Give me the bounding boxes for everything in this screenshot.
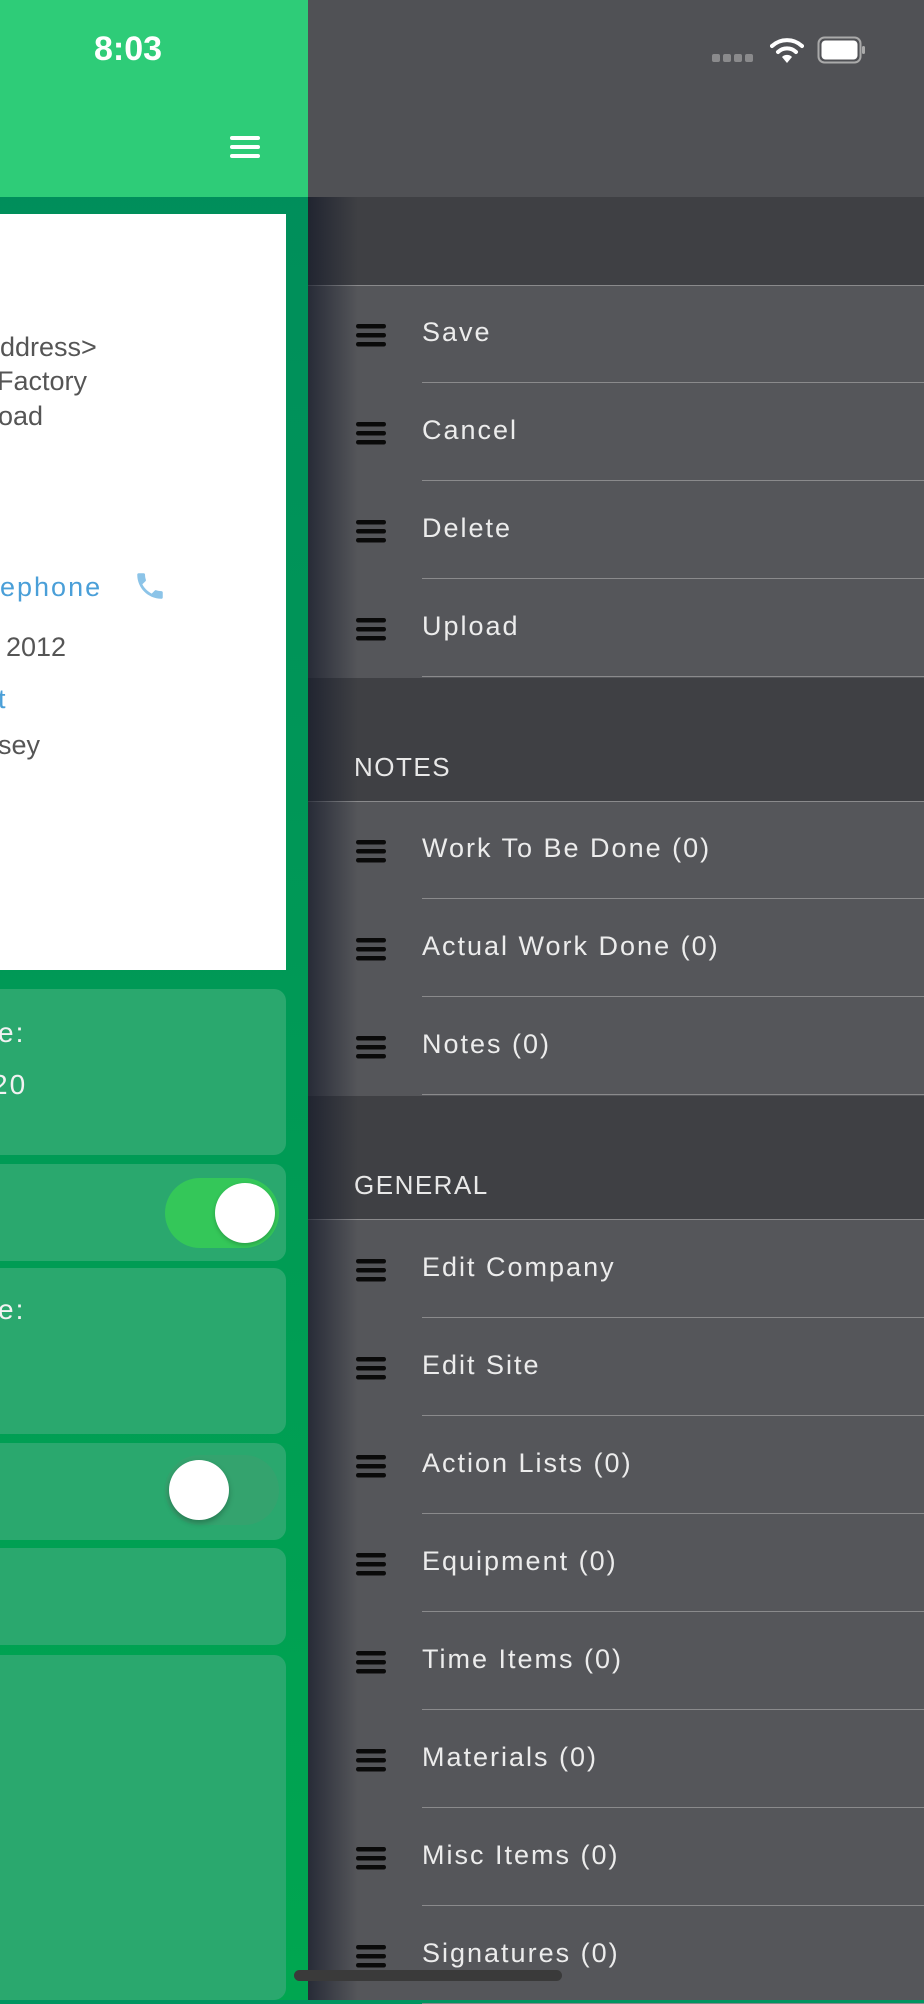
- menu-item-icon: [356, 1651, 386, 1674]
- address-line2: oad: [0, 401, 44, 431]
- drawer-section-header-general: GENERAL: [308, 1096, 924, 1220]
- drawer-section-header-actions: [308, 197, 924, 286]
- menu-item-materials[interactable]: Materials (0): [308, 1710, 924, 1808]
- menu-item-time-items[interactable]: Time Items (0): [308, 1612, 924, 1710]
- menu-item-label: Upload: [422, 611, 520, 641]
- app-header: 8:03: [0, 0, 308, 197]
- address-line1: Factory: [0, 366, 88, 396]
- menu-item-label: Notes (0): [422, 1029, 552, 1059]
- menu-item-icon: [356, 1357, 386, 1380]
- menu-item-save[interactable]: Save: [308, 285, 924, 383]
- menu-item-equipment[interactable]: Equipment (0): [308, 1514, 924, 1612]
- menu-item-label: Delete: [422, 513, 513, 543]
- menu-item-icon: [356, 520, 386, 543]
- field-block-1[interactable]: e: 20: [0, 989, 286, 1155]
- field-label: e:: [0, 1017, 26, 1048]
- hamburger-icon[interactable]: [228, 134, 262, 160]
- field-block-3[interactable]: e:: [0, 1268, 286, 1434]
- menu-item-icon: [356, 938, 386, 961]
- menu-item-label: Equipment (0): [422, 1546, 618, 1576]
- side-menu-drawer: Save Cancel Delete Upload NOTES Work To Be …: [308, 0, 924, 2004]
- menu-item-label: Materials (0): [422, 1742, 599, 1772]
- date-text: 2012: [6, 632, 67, 662]
- menu-item-icon: [356, 1553, 386, 1576]
- toggle-switch-on[interactable]: [165, 1178, 279, 1248]
- divider: [422, 1094, 924, 1095]
- county-text: sey: [0, 730, 41, 760]
- menu-item-work-to-be-done[interactable]: Work To Be Done (0): [308, 801, 924, 899]
- menu-item-signatures[interactable]: Signatures (0): [308, 1906, 924, 2004]
- menu-item-label: Save: [422, 317, 492, 347]
- toggle-switch-off[interactable]: [165, 1455, 279, 1525]
- menu-item-delete[interactable]: Delete: [308, 481, 924, 579]
- menu-item-icon: [356, 618, 386, 641]
- menu-item-icon: [356, 1259, 386, 1282]
- menu-item-edit-site[interactable]: Edit Site: [308, 1318, 924, 1416]
- menu-item-label: Signatures (0): [422, 1938, 620, 1968]
- battery-icon: [817, 36, 865, 64]
- toggle-row-1: [0, 1164, 286, 1261]
- menu-item-icon: [356, 1455, 386, 1478]
- field-block-5[interactable]: [0, 1548, 286, 1645]
- telephone-link[interactable]: ephone: [0, 572, 102, 603]
- field-value: 20: [0, 1069, 28, 1100]
- menu-item-label: Time Items (0): [422, 1644, 624, 1674]
- signal-icon: [712, 54, 753, 62]
- section-title: NOTES: [354, 752, 452, 782]
- menu-item-cancel[interactable]: Cancel: [308, 383, 924, 481]
- wifi-icon: [770, 38, 804, 63]
- section-title: GENERAL: [354, 1170, 489, 1200]
- field-block-6[interactable]: [0, 1655, 286, 2000]
- menu-item-actual-work-done[interactable]: Actual Work Done (0): [308, 899, 924, 997]
- address-label: ddress>: [0, 332, 97, 362]
- menu-item-icon: [356, 422, 386, 445]
- menu-item-edit-company[interactable]: Edit Company: [308, 1220, 924, 1318]
- toggle-row-2: [0, 1443, 286, 1540]
- toggle-thumb: [169, 1460, 229, 1520]
- site-details-card: ddress> Factory oad ephone 2012 t sey: [0, 214, 286, 970]
- menu-item-label: Work To Be Done (0): [422, 833, 712, 863]
- menu-item-misc-items[interactable]: Misc Items (0): [308, 1808, 924, 1906]
- field-label: e:: [0, 1294, 26, 1325]
- menu-item-icon: [356, 1847, 386, 1870]
- menu-item-label: Action Lists (0): [422, 1448, 633, 1478]
- menu-item-icon: [356, 1036, 386, 1059]
- drawer-section-header-notes: NOTES: [308, 678, 924, 802]
- toggle-thumb: [215, 1183, 275, 1243]
- menu-item-label: Edit Company: [422, 1252, 616, 1282]
- menu-item-label: Misc Items (0): [422, 1840, 620, 1870]
- menu-item-upload[interactable]: Upload: [308, 579, 924, 677]
- menu-item-label: Actual Work Done (0): [422, 931, 720, 961]
- menu-item-icon: [356, 1945, 386, 1968]
- menu-item-icon: [356, 324, 386, 347]
- status-time: 8:03: [93, 30, 163, 68]
- menu-item-action-lists[interactable]: Action Lists (0): [308, 1416, 924, 1514]
- menu-item-icon: [356, 840, 386, 863]
- menu-item-icon: [356, 1749, 386, 1772]
- phone-icon[interactable]: [133, 569, 167, 603]
- menu-item-notes[interactable]: Notes (0): [308, 997, 924, 1095]
- menu-item-label: Cancel: [422, 415, 519, 445]
- drawer-status-area: [308, 0, 924, 197]
- menu-item-label: Edit Site: [422, 1350, 541, 1380]
- divider: [422, 676, 924, 677]
- contact-link[interactable]: t: [0, 684, 8, 715]
- home-indicator: [294, 1970, 562, 1981]
